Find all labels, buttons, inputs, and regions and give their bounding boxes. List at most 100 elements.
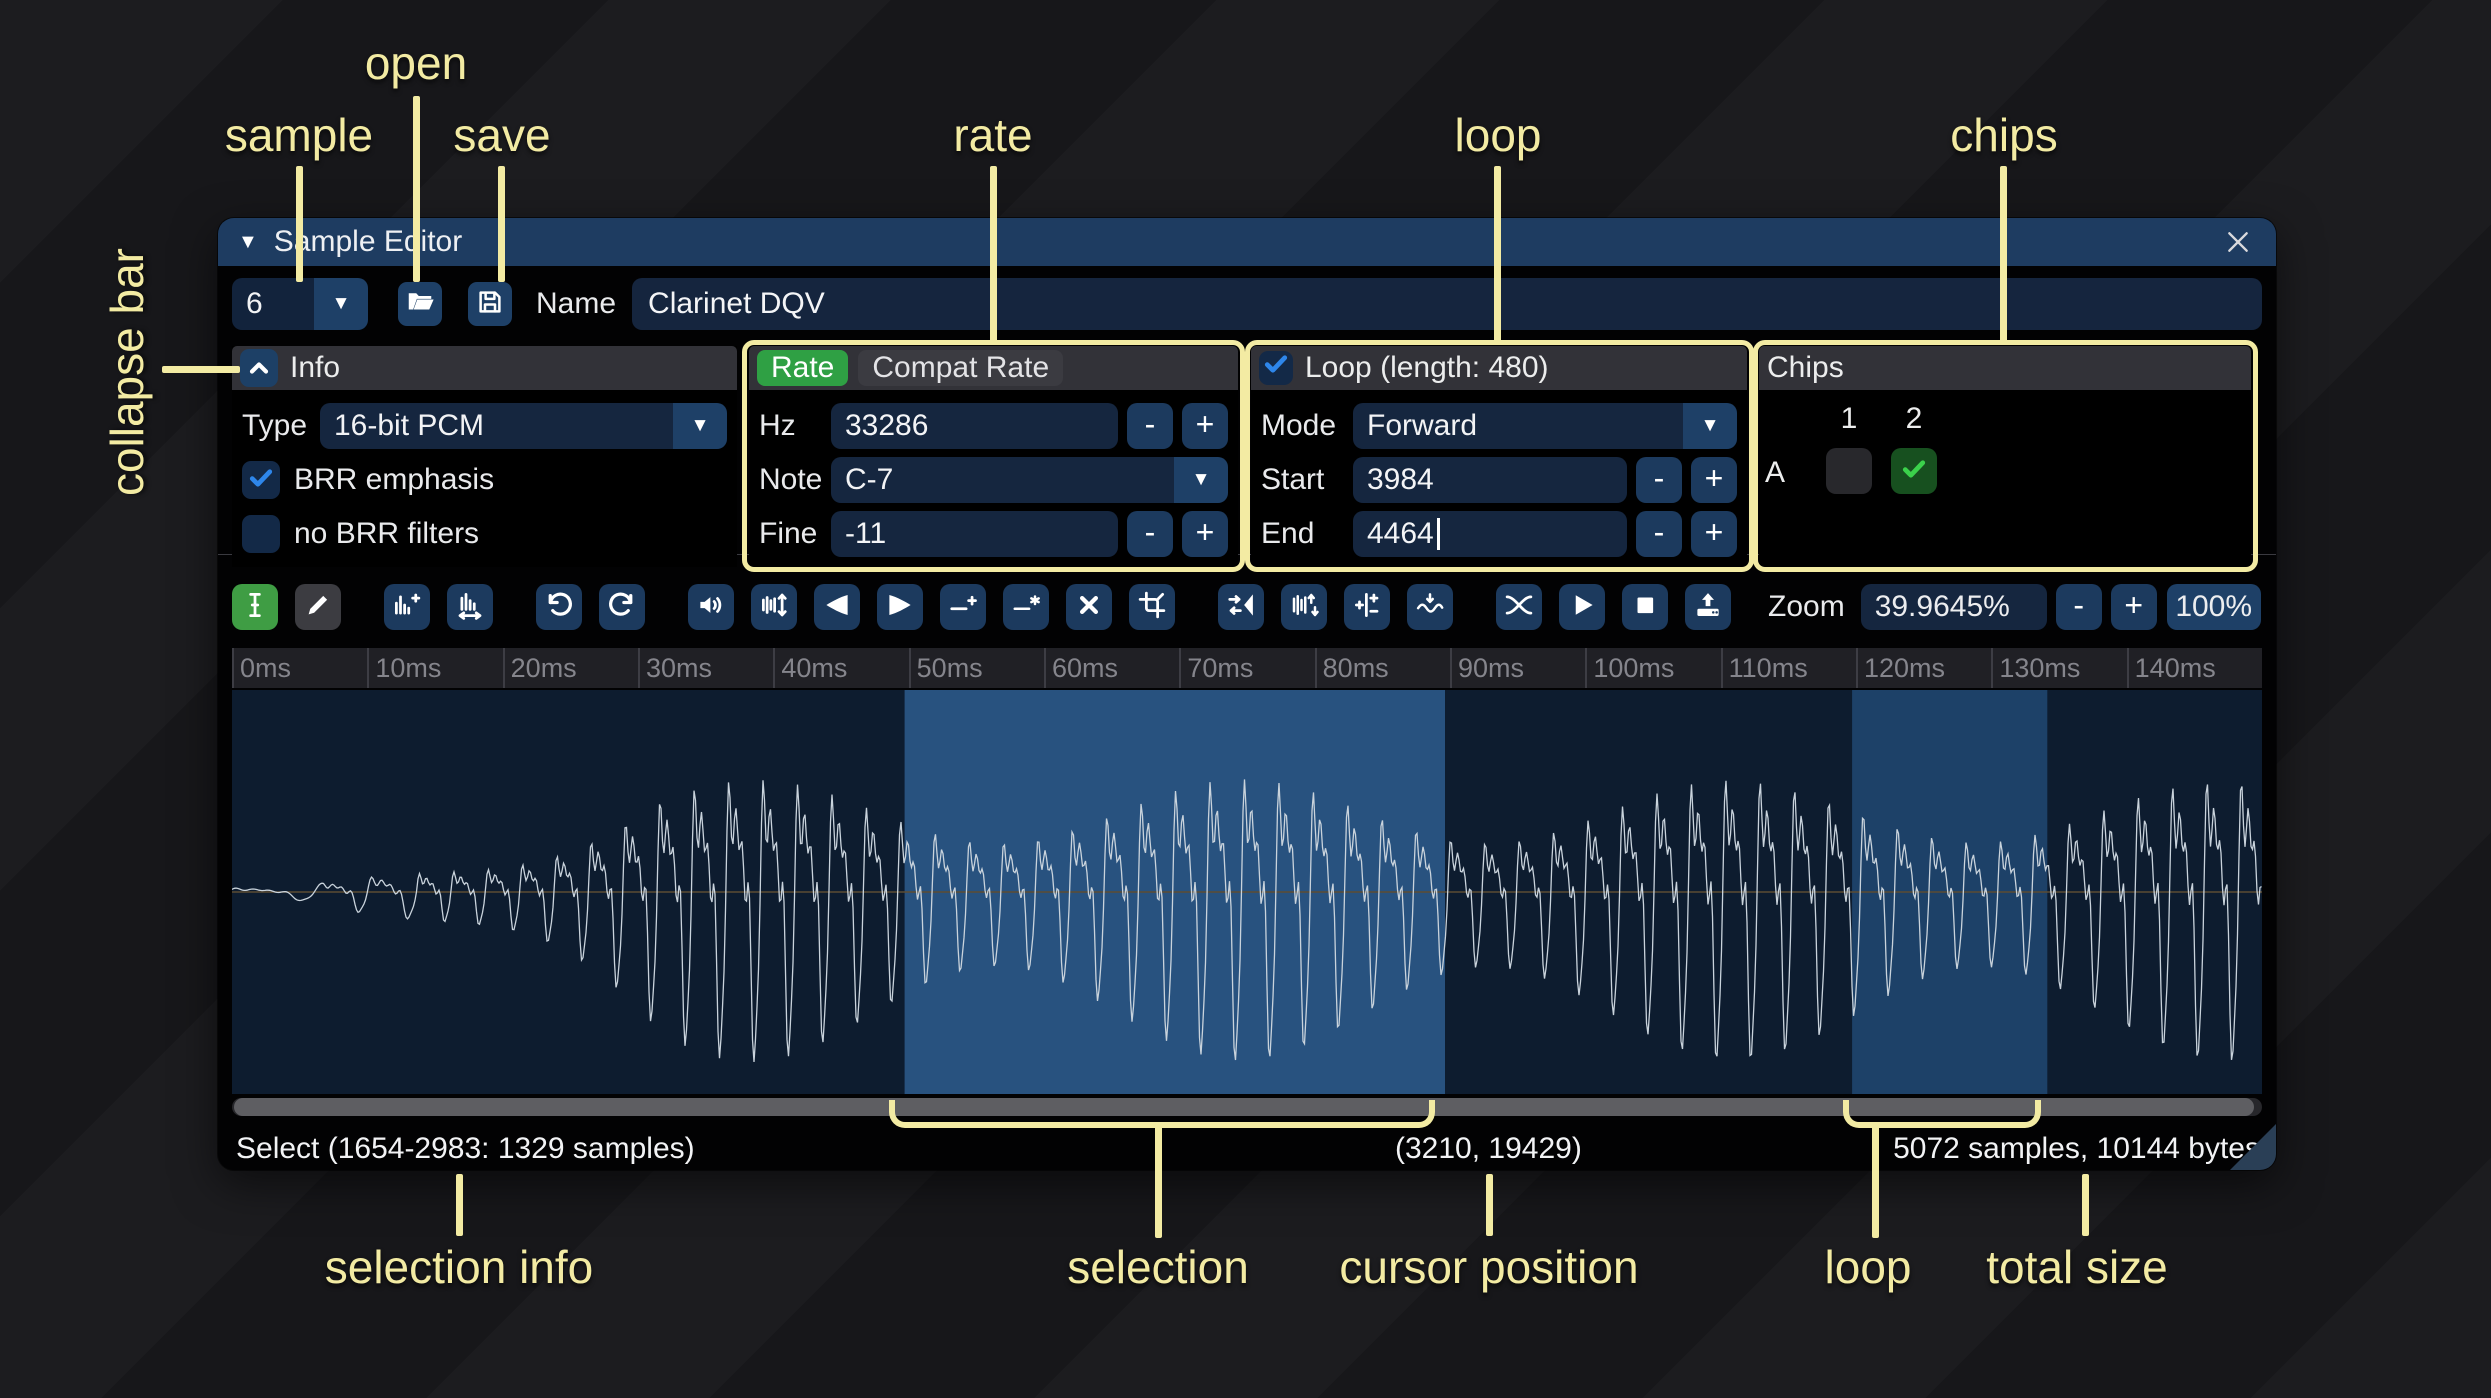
- annotation-selection-info: selection info: [324, 1241, 594, 1293]
- zoom-value: 39.9645%: [1874, 590, 2010, 623]
- resample-button[interactable]: [447, 584, 493, 630]
- annotation-open: open: [364, 37, 468, 89]
- invert-button[interactable]: [1281, 584, 1327, 630]
- annotation-rate: rate: [953, 109, 1033, 161]
- annotation-box-rate: [742, 340, 1245, 572]
- collapse-bar-button[interactable]: [240, 349, 278, 387]
- fade-in-icon: [822, 590, 852, 625]
- ruler-tick-label: 70ms: [1187, 653, 1254, 683]
- ruler-tick: [232, 648, 234, 688]
- annotation-loop-top: loop: [1454, 109, 1542, 161]
- ruler-tick-label: 140ms: [2134, 653, 2216, 683]
- zoom-label: Zoom: [1768, 590, 1845, 623]
- check-icon: [246, 463, 276, 498]
- chevron-down-icon[interactable]: ▼: [673, 403, 727, 449]
- preview-button[interactable]: [1559, 584, 1605, 630]
- zoom-reset-button[interactable]: 100%: [2166, 584, 2261, 630]
- undo-button[interactable]: [536, 584, 582, 630]
- annotation-bracket-selection: [889, 1100, 1435, 1128]
- zoom-out-button[interactable]: -: [2055, 584, 2102, 630]
- time-ruler[interactable]: 0ms 10ms 20ms 30ms 40ms 50ms 60ms 70ms 80ms 90ms 1…: [232, 648, 2262, 688]
- crossfade-button[interactable]: [1496, 584, 1542, 630]
- amplify-icon: [696, 590, 726, 625]
- invert-icon: [1289, 590, 1319, 625]
- annotation-line-loop-bottom: [1872, 1126, 1879, 1238]
- draw-mode-icon: [303, 590, 333, 625]
- ruler-tick-label: 0ms: [240, 653, 292, 683]
- apply-silence-icon: [1011, 590, 1041, 625]
- annotation-cursor-position: cursor position: [1339, 1241, 1639, 1293]
- stop-preview-button[interactable]: [1622, 584, 1668, 630]
- ruler-tick-label: 20ms: [510, 653, 577, 683]
- preview-icon: [1567, 590, 1597, 625]
- annotation-sample: sample: [224, 109, 374, 161]
- insert-silence-button[interactable]: [940, 584, 986, 630]
- annotation-chips: chips: [1950, 109, 2058, 161]
- close-button[interactable]: [2220, 224, 2256, 260]
- total-size-text: 5072 samples, 10144 bytes: [1893, 1132, 2260, 1165]
- ruler-tick-label: 40ms: [781, 653, 848, 683]
- draw-mode-button[interactable]: [295, 584, 341, 630]
- annotation-line-total-size: [2082, 1174, 2089, 1236]
- upload-button[interactable]: [1685, 584, 1731, 630]
- amplify-button[interactable]: [688, 584, 734, 630]
- save-icon: [475, 287, 505, 322]
- trim-button[interactable]: [1129, 584, 1175, 630]
- annotation-collapse-bar: collapse bar: [101, 248, 153, 497]
- apply-silence-button[interactable]: [1003, 584, 1049, 630]
- adjust-sign-button[interactable]: [1344, 584, 1390, 630]
- window-collapse-icon[interactable]: ▼: [238, 231, 258, 254]
- ruler-tick: [638, 648, 640, 688]
- reverse-button[interactable]: [1218, 584, 1264, 630]
- resize-button[interactable]: [384, 584, 430, 630]
- selection-info-text: Select (1654-2983: 1329 samples): [236, 1132, 695, 1165]
- filter-button[interactable]: [1407, 584, 1453, 630]
- ruler-tick: [773, 648, 776, 688]
- select-mode-button[interactable]: [232, 584, 278, 630]
- waveform-display[interactable]: [231, 690, 2262, 1094]
- sample-type-select[interactable]: 16-bit PCM ▼: [320, 403, 727, 449]
- ruler-tick-label: 60ms: [1052, 653, 1119, 683]
- annotation-line-selection: [1155, 1126, 1162, 1238]
- info-panel: Info Type 16-bit PCM ▼ BRR emphasis no B…: [232, 346, 737, 567]
- resize-grip[interactable]: [2230, 1124, 2276, 1170]
- sample-row: 6 ▼ Name Clarinet DQV: [232, 278, 2262, 330]
- fade-in-button[interactable]: [814, 584, 860, 630]
- brr-emphasis-label: BRR emphasis: [294, 463, 495, 496]
- annotation-line-chips: [2000, 166, 2007, 342]
- fade-out-button[interactable]: [877, 584, 923, 630]
- ruler-tick-label: 80ms: [1322, 653, 1389, 683]
- delete-button[interactable]: [1066, 584, 1112, 630]
- redo-button[interactable]: [599, 584, 645, 630]
- close-icon: [2228, 232, 2248, 252]
- ruler-tick: [1991, 648, 1994, 688]
- sample-select[interactable]: 6 ▼: [232, 278, 368, 330]
- sample-type-value: 16-bit PCM: [320, 403, 673, 449]
- ruler-tick-label: 30ms: [646, 653, 713, 683]
- annotation-save: save: [453, 109, 551, 161]
- trim-icon: [1137, 590, 1167, 625]
- no-brr-filters-checkbox[interactable]: [242, 515, 280, 553]
- delete-icon: [1074, 590, 1104, 625]
- ruler-tick-label: 100ms: [1593, 653, 1675, 683]
- type-label: Type: [242, 409, 308, 442]
- zoom-input[interactable]: 39.9645%: [1860, 584, 2047, 630]
- save-sample-button[interactable]: [468, 282, 512, 326]
- brr-emphasis-checkbox[interactable]: [242, 461, 280, 499]
- open-sample-button[interactable]: [398, 282, 442, 326]
- titlebar[interactable]: ▼ Sample Editor: [218, 218, 2276, 266]
- annotation-line-sample: [296, 166, 303, 282]
- sample-name-input[interactable]: Clarinet DQV: [632, 278, 2262, 330]
- filter-icon: [1415, 590, 1445, 625]
- ruler-tick: [1585, 648, 1588, 688]
- normalize-button[interactable]: [751, 584, 797, 630]
- chevron-down-icon[interactable]: ▼: [314, 278, 368, 330]
- zoom-in-button[interactable]: +: [2110, 584, 2157, 630]
- annotation-line-rate: [990, 166, 997, 342]
- ruler-tick: [2126, 648, 2129, 688]
- ruler-tick: [1314, 648, 1317, 688]
- ruler-tick-label: 110ms: [1728, 653, 1808, 683]
- ruler-tick: [1720, 648, 1723, 688]
- normalize-icon: [759, 590, 789, 625]
- ruler-tick: [1856, 648, 1858, 688]
